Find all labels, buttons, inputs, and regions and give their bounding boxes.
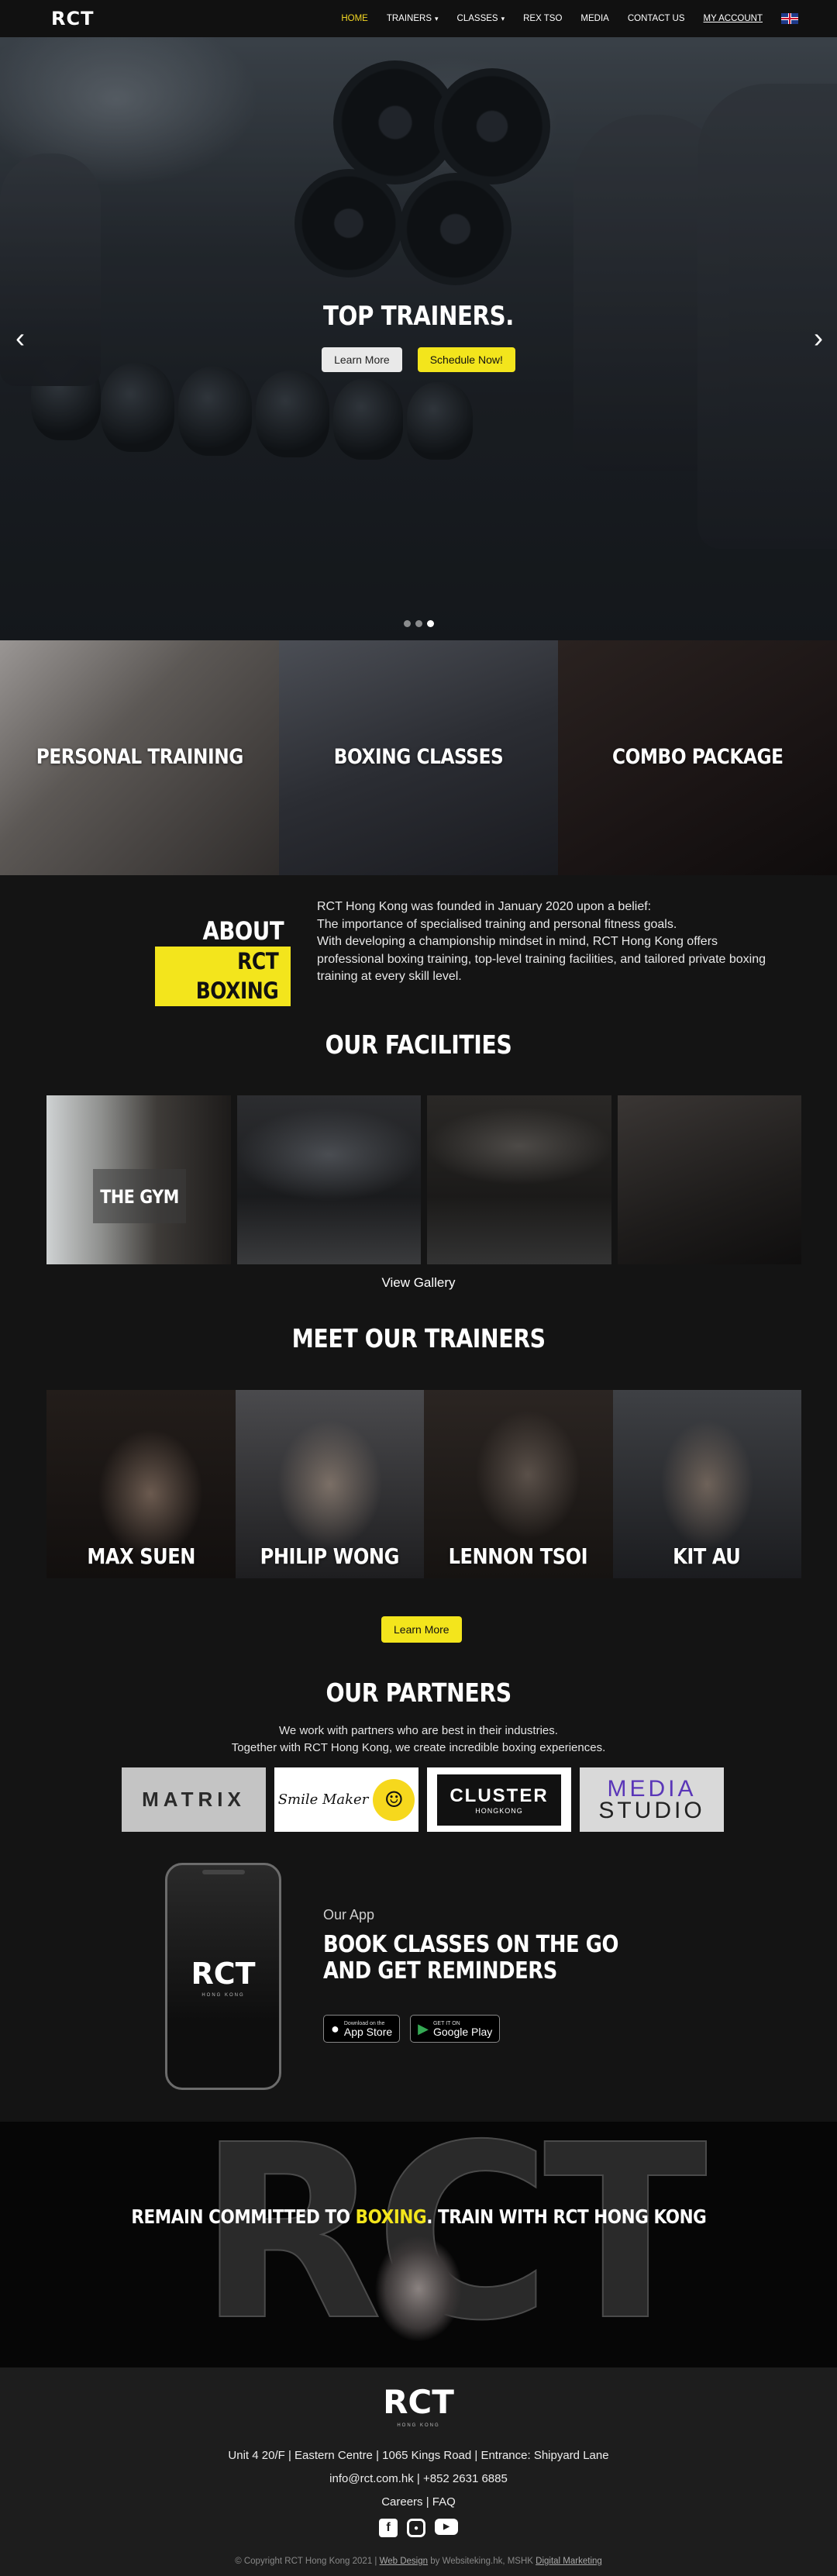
about-line: RCT Hong Kong was founded in January 202… <box>317 900 652 913</box>
nav-contact-us[interactable]: CONTACT US <box>628 14 685 23</box>
slider-dot[interactable] <box>415 620 422 627</box>
footer-address: Unit 4 20/F | Eastern Centre | 1065 King… <box>228 2449 609 2462</box>
digital-marketing-link[interactable]: Digital Marketing <box>536 2557 602 2566</box>
slider-dots <box>0 620 837 627</box>
trainer-name: PHILIP WONG <box>260 1543 400 1569</box>
service-label: PERSONAL TRAINING <box>36 745 243 769</box>
facility-label: THE GYM <box>93 1169 186 1223</box>
slider-dot[interactable] <box>426 620 434 627</box>
nav-my-account[interactable]: MY ACCOUNT <box>704 14 763 23</box>
trainer-card[interactable]: KIT AU <box>612 1390 801 1578</box>
app-store-buttons: ● Download on the App Store ▶ GET IT ON Go… <box>323 2015 501 2043</box>
service-personal-training[interactable]: PERSONAL TRAINING <box>0 640 279 875</box>
chevron-down-icon: ▾ <box>435 15 439 22</box>
footer-copyright: © Copyright RCT Hong Kong 2021 | Web Des… <box>235 2557 602 2566</box>
nav-rex-tso[interactable]: REX TSO <box>523 14 562 23</box>
footer: RCT HONG KONG Unit 4 20/F | Eastern Cent… <box>0 2367 837 2576</box>
phone-notch <box>202 1870 245 1874</box>
services-strip: PERSONAL TRAINING BOXING CLASSES COMBO P… <box>0 640 837 875</box>
hero-buttons: Learn More Schedule Now! <box>0 347 837 372</box>
instagram-icon[interactable]: ● <box>407 2519 425 2537</box>
smiley-sun-icon: ☺ <box>373 1778 415 1821</box>
boxer-photo <box>333 2223 504 2367</box>
top-navbar: RCT HOME TRAINERS ▾ CLASSES ▾ REX TSO MEDI… <box>0 0 837 37</box>
site-logo[interactable]: RCT <box>51 8 94 29</box>
facility-photo[interactable] <box>427 1095 611 1264</box>
about-title: ABOUT <box>202 916 284 946</box>
web-design-link[interactable]: Web Design <box>380 2557 428 2566</box>
app-label: Our App <box>323 1907 375 1923</box>
youtube-icon[interactable]: ▶ <box>435 2519 458 2535</box>
footer-logo-sub: HONG KONG <box>397 2423 440 2428</box>
about-line: With developing a championship mindset i… <box>317 935 766 983</box>
chevron-right-icon[interactable]: › <box>814 324 823 352</box>
facility-photo[interactable]: THE GYM <box>46 1095 231 1264</box>
nav-classes-label: CLASSES <box>456 14 498 23</box>
nav-trainers[interactable]: TRAINERS ▾ <box>387 14 439 23</box>
trainer-name: MAX SUEN <box>86 1543 195 1569</box>
service-combo-package[interactable]: COMBO PACKAGE <box>558 640 837 875</box>
trainers-title: MEET OUR TRAINERS <box>291 1323 546 1354</box>
footer-logo[interactable]: RCT <box>0 2383 837 2421</box>
learn-more-button[interactable]: Learn More <box>322 347 402 372</box>
hero-slider: TOP TRAINERS. Learn More Schedule Now! ‹… <box>0 37 837 640</box>
about-line: The importance of specialised training a… <box>317 917 677 931</box>
trainer-card[interactable]: MAX SUEN <box>46 1390 236 1578</box>
nav-media[interactable]: MEDIA <box>580 14 608 23</box>
about-text: RCT Hong Kong was founded in January 202… <box>317 898 782 986</box>
partners-title: OUR PARTNERS <box>326 1678 512 1708</box>
trainers-grid: MAX SUEN PHILIP WONG LENNON TSOI KIT AU <box>46 1390 801 1578</box>
smile-maker-logo[interactable]: Smile Maker ☺ <box>274 1767 418 1832</box>
about-subtitle: RCT BOXING <box>155 947 291 1006</box>
media-studio-logo[interactable]: MEDIA STUDIO <box>580 1767 724 1832</box>
trainers-learn-more-button[interactable]: Learn More <box>381 1616 462 1643</box>
facility-photo[interactable] <box>617 1095 801 1264</box>
partners-text: We work with partners who are best in th… <box>0 1723 837 1757</box>
facilities-title: OUR FACILITIES <box>325 1029 512 1060</box>
trainer-name: KIT AU <box>673 1543 742 1569</box>
footer-links[interactable]: Careers | FAQ <box>0 2495 837 2509</box>
phone-mockup: RCT HONG KONG <box>165 1863 281 2090</box>
social-links: f ● ▶ <box>0 2519 837 2537</box>
apple-icon: ● <box>331 2020 339 2036</box>
partners-line: Together with RCT Hong Kong, we create i… <box>231 1741 606 1754</box>
footer-contact[interactable]: info@rct.com.hk | +852 2631 6885 <box>0 2472 837 2485</box>
commitment-banner: RCT REMAIN COMMITTED TO BOXING. TRAIN WI… <box>0 2122 837 2367</box>
nav-classes[interactable]: CLASSES ▾ <box>457 14 505 23</box>
service-label: BOXING CLASSES <box>333 745 504 769</box>
partners-line: We work with partners who are best in th… <box>279 1724 558 1737</box>
about-heading: ABOUT RCT BOXING <box>155 917 291 1006</box>
trainer-card[interactable]: LENNON TSOI <box>424 1390 613 1578</box>
google-play-icon: ▶ <box>418 2020 429 2036</box>
facebook-icon[interactable]: f <box>379 2519 398 2537</box>
google-play-button[interactable]: ▶ GET IT ON Google Play <box>410 2015 501 2043</box>
chevron-left-icon[interactable]: ‹ <box>16 324 25 352</box>
nav-home[interactable]: HOME <box>341 14 368 23</box>
nav-links: HOME TRAINERS ▾ CLASSES ▾ REX TSO MEDIA CO… <box>341 0 798 37</box>
matrix-logo[interactable]: MATRIX <box>122 1767 266 1832</box>
partners-logos: MATRIX Smile Maker ☺ CLUSTER HONGKONG MEDI… <box>122 1767 724 1832</box>
phone-logo-sub: HONG KONG <box>202 1993 245 1998</box>
cluster-logo[interactable]: CLUSTER HONGKONG <box>427 1767 571 1832</box>
app-store-button[interactable]: ● Download on the App Store <box>323 2015 401 2043</box>
hero-overlay <box>0 37 837 640</box>
service-label: COMBO PACKAGE <box>611 745 784 769</box>
phone-logo: RCT <box>191 1957 256 1991</box>
trainer-name: LENNON TSOI <box>448 1543 588 1569</box>
uk-flag-icon[interactable] <box>781 13 798 24</box>
banner-text: REMAIN COMMITTED TO BOXING. TRAIN WITH R… <box>131 2205 706 2228</box>
facilities-gallery: THE GYM <box>46 1095 801 1264</box>
app-title: BOOK CLASSES ON THE GO AND GET REMINDERS <box>323 1931 618 1985</box>
trainer-card[interactable]: PHILIP WONG <box>235 1390 424 1578</box>
service-boxing-classes[interactable]: BOXING CLASSES <box>279 640 558 875</box>
nav-trainers-label: TRAINERS <box>386 14 432 23</box>
view-gallery-link[interactable]: View Gallery <box>0 1275 837 1291</box>
facility-photo[interactable] <box>236 1095 421 1264</box>
slider-dot[interactable] <box>403 620 411 627</box>
chevron-down-icon: ▾ <box>501 15 505 22</box>
schedule-now-button[interactable]: Schedule Now! <box>417 347 515 372</box>
hero-title: TOP TRAINERS. <box>323 301 514 332</box>
